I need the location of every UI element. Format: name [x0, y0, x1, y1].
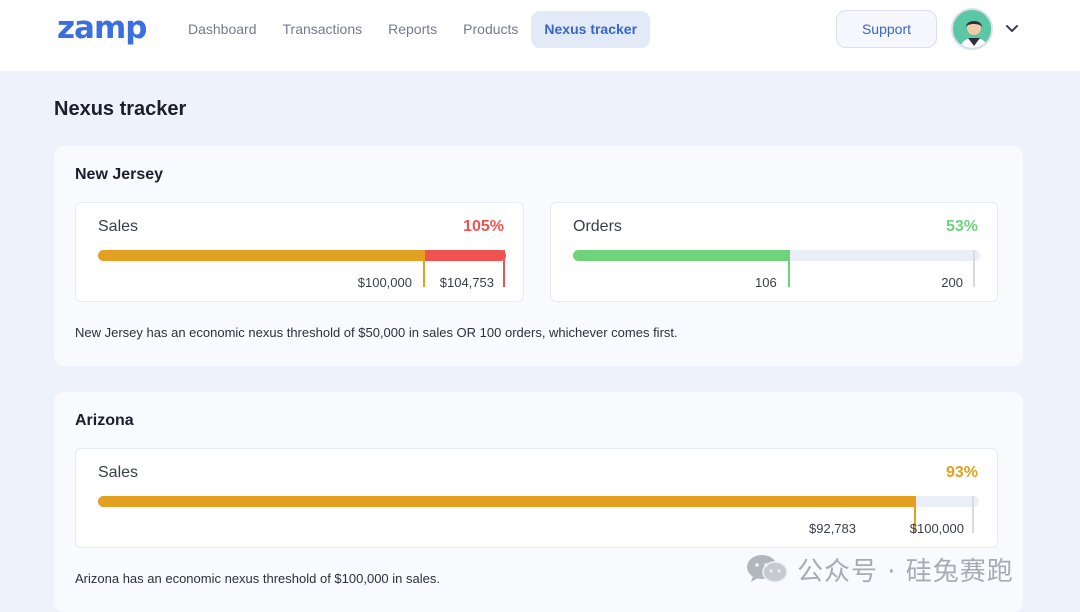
chevron-down-icon[interactable]	[1003, 20, 1021, 38]
nav-nexus-tracker[interactable]: Nexus tracker	[531, 11, 651, 48]
main-nav: Dashboard Transactions Reports Products …	[175, 11, 651, 48]
progress-fill	[98, 250, 425, 261]
watermark: 公众号 · 硅兔赛跑	[745, 553, 1014, 587]
end-marker	[973, 250, 975, 287]
metric-label: Orders	[573, 218, 622, 235]
watermark-text: 公众号 · 硅兔赛跑	[797, 556, 1014, 587]
progress-track	[98, 496, 979, 533]
nexus-note: Arizona has an economic nexus threshold …	[75, 571, 440, 586]
threshold-label: 200	[941, 275, 963, 290]
progress-track	[98, 250, 506, 287]
metric-label: Sales	[98, 464, 139, 481]
top-bar: zamp Dashboard Transactions Reports Prod…	[0, 0, 1080, 71]
progress-track	[573, 250, 980, 287]
threshold-marker	[423, 250, 426, 287]
current-marker	[787, 250, 790, 287]
metric-percent: 53%	[945, 218, 978, 235]
state-name: New Jersey	[75, 166, 164, 183]
metric-label: Sales	[98, 218, 139, 235]
current-label: $92,783	[809, 521, 856, 536]
support-button[interactable]: Support	[836, 10, 937, 48]
orders-metric: Orders 53% 106 200	[550, 202, 998, 302]
sales-metric: Sales 93% $92,783 $100,000	[75, 448, 998, 548]
current-label: 106	[755, 275, 777, 290]
progress-fill	[98, 496, 916, 507]
nav-reports[interactable]: Reports	[375, 11, 450, 48]
state-card-new-jersey: New Jersey Sales 105% $100,000 $104,753 …	[54, 146, 1023, 366]
end-marker	[972, 496, 974, 533]
sales-metric: Sales 105% $100,000 $104,753	[75, 202, 524, 302]
threshold-label: $100,000	[357, 275, 412, 290]
avatar-person-icon	[953, 10, 991, 48]
metric-percent: 105%	[463, 218, 504, 235]
nav-transactions[interactable]: Transactions	[270, 11, 376, 48]
nav-dashboard[interactable]: Dashboard	[175, 11, 270, 48]
user-avatar[interactable]	[951, 8, 993, 50]
nav-products[interactable]: Products	[450, 11, 531, 48]
state-name: Arizona	[75, 412, 134, 429]
nexus-note: New Jersey has an economic nexus thresho…	[75, 325, 678, 340]
current-label: $104,753	[439, 275, 494, 290]
wechat-icon	[747, 555, 788, 583]
page-title: Nexus tracker	[54, 98, 187, 120]
metric-percent: 93%	[945, 464, 978, 481]
threshold-label: $100,000	[909, 521, 964, 536]
zamp-logo[interactable]: zamp	[57, 10, 147, 46]
progress-overage	[424, 250, 506, 261]
progress-fill	[573, 250, 789, 261]
current-marker	[503, 250, 505, 287]
